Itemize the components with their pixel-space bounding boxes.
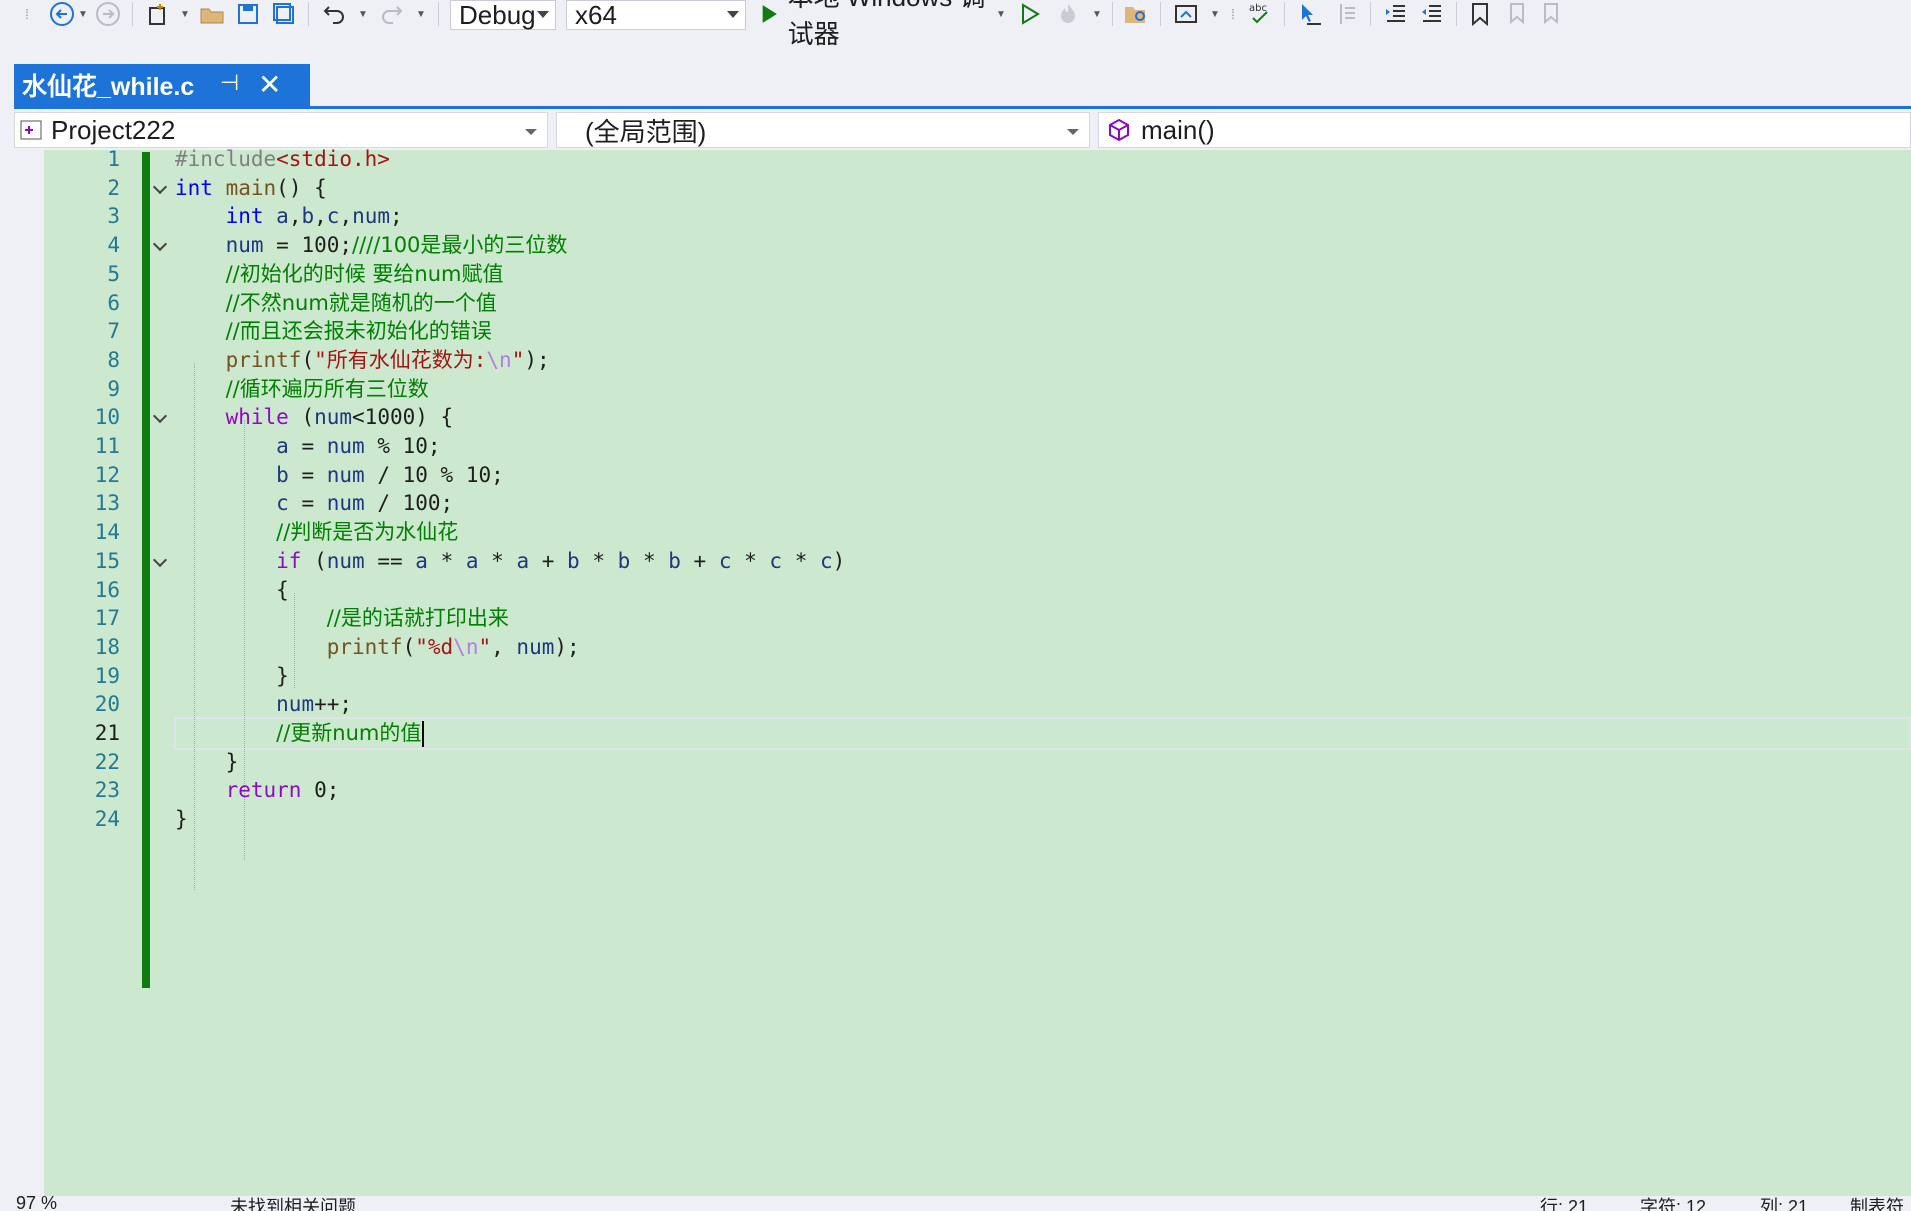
toolbar-separator: [1112, 2, 1113, 26]
close-icon[interactable]: ✕: [258, 68, 281, 101]
back-dropdown-icon[interactable]: ▼: [76, 0, 90, 28]
indent-icon[interactable]: [1382, 0, 1410, 28]
toolbar-separator: [1160, 2, 1161, 26]
select-icon[interactable]: [1296, 0, 1324, 28]
hot-reload-dropdown-icon[interactable]: ▼: [1090, 0, 1104, 28]
status-bar: 97 % 未找到相关问题 行: 21 字符: 12 列: 21 制表符: [0, 1196, 1911, 1211]
toolbar-separator: [1370, 2, 1371, 26]
collapse-icon[interactable]: [154, 241, 164, 251]
prev-bookmark-icon[interactable]: [1502, 0, 1530, 28]
platform-select[interactable]: x64: [566, 0, 746, 30]
new-project-icon[interactable]: [144, 0, 172, 28]
line-indicator: 行: 21: [1540, 1197, 1589, 1211]
debugger-dropdown-icon[interactable]: ▼: [994, 0, 1008, 28]
text-cursor: [422, 721, 425, 747]
start-debug-icon: [762, 5, 777, 23]
code-line[interactable]: 24 }: [14, 802, 1911, 837]
configuration-value: Debug: [459, 0, 536, 30]
tabs-indicator[interactable]: 制表符: [1850, 1196, 1904, 1211]
hot-reload-icon[interactable]: [1054, 0, 1082, 28]
undo-icon[interactable]: [320, 0, 348, 28]
toolbar-separator: [132, 2, 133, 26]
project-icon: [20, 120, 42, 140]
back-icon[interactable]: [48, 0, 76, 28]
toolbar-grip[interactable]: ⁞: [1228, 0, 1236, 28]
bookmark-icon[interactable]: [1466, 0, 1494, 28]
method-cube-icon: [1109, 118, 1129, 142]
char-indicator: 字符: 12: [1640, 1197, 1707, 1211]
collapse-icon[interactable]: [154, 413, 164, 423]
save-icon[interactable]: [234, 0, 262, 28]
next-bookmark-icon[interactable]: [1538, 0, 1566, 28]
redo-icon[interactable]: [378, 0, 406, 28]
zoom-level[interactable]: 97 %: [16, 1196, 57, 1211]
toolbar: ⁞ ▼ ▼ ▼ ▼ Debug x64 本地 Windows 调试器 ▼: [0, 0, 1911, 49]
outdent-icon[interactable]: [1418, 0, 1446, 28]
project-name: Project222: [51, 114, 176, 145]
tab-title: 水仙花_while.c: [22, 73, 195, 101]
toolbar-separator: [1456, 2, 1457, 26]
line-number: 24: [94, 807, 120, 832]
find-files-icon[interactable]: [1122, 0, 1150, 28]
code-text[interactable]: }: [175, 802, 188, 837]
chevron-down-icon: [727, 11, 739, 18]
col-indicator: 列: 21: [1760, 1197, 1809, 1211]
align-icon[interactable]: [1332, 0, 1360, 28]
save-all-icon[interactable]: [270, 0, 298, 28]
start-debug-button[interactable]: 本地 Windows 调试器: [760, 0, 1010, 49]
chevron-down-icon: [1067, 129, 1079, 135]
toolbar-separator: [1284, 2, 1285, 26]
spellcheck-icon[interactable]: abc: [1246, 0, 1274, 28]
member-name: main(): [1141, 114, 1215, 145]
chevron-down-icon: [525, 129, 537, 135]
issues-status[interactable]: 未找到相关问题: [230, 1196, 356, 1211]
platform-value: x64: [575, 0, 617, 30]
svg-text:abc: abc: [1249, 3, 1267, 14]
tab-document[interactable]: 水仙花_while.c ⊣ ✕: [14, 64, 310, 106]
open-file-icon[interactable]: [198, 0, 226, 28]
debugger-label: 本地 Windows 调试器: [787, 0, 986, 49]
redo-dropdown-icon[interactable]: ▼: [414, 0, 428, 28]
solution-explorer-icon[interactable]: [1172, 0, 1200, 28]
toolbar-grip[interactable]: ⁞: [22, 0, 30, 28]
pin-icon[interactable]: ⊣: [220, 70, 239, 96]
toolbar-separator: [438, 2, 439, 26]
configuration-select[interactable]: Debug: [450, 0, 556, 30]
toolbar-separator: [308, 2, 309, 26]
undo-dropdown-icon[interactable]: ▼: [356, 0, 370, 28]
solution-dropdown-icon[interactable]: ▼: [1208, 0, 1222, 28]
new-project-dropdown-icon[interactable]: ▼: [178, 0, 192, 28]
chevron-down-icon: [537, 11, 549, 18]
code-editor[interactable]: 1 #include<stdio.h> 2 int main() { 3 int…: [14, 147, 1911, 1196]
forward-icon[interactable]: [94, 0, 122, 28]
start-without-debug-icon[interactable]: [1016, 0, 1044, 28]
collapse-icon[interactable]: [154, 184, 164, 194]
collapse-icon[interactable]: [154, 557, 164, 567]
tab-underline: [14, 106, 1911, 109]
